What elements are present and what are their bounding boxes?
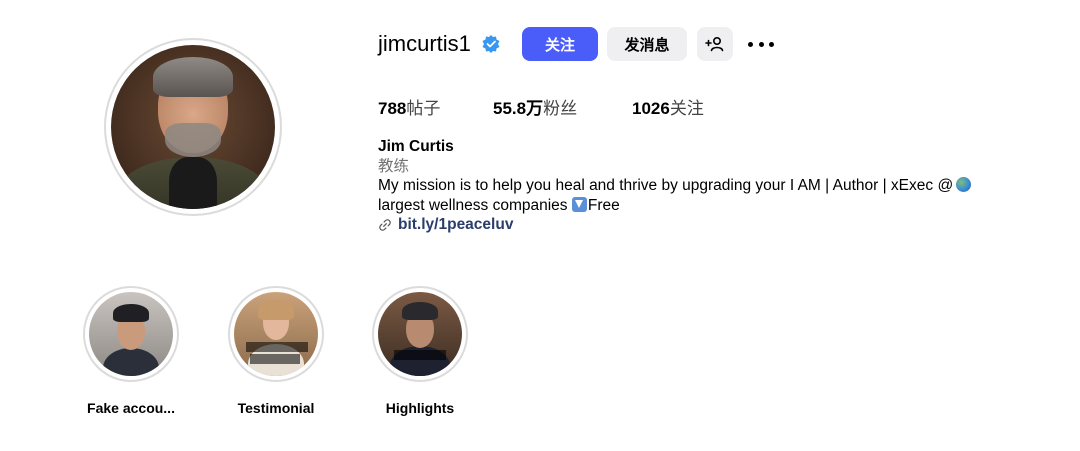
person-plus-icon	[705, 36, 724, 52]
profile-avatar[interactable]	[111, 45, 275, 209]
following-count: 1026	[632, 99, 670, 118]
highlight-ring[interactable]	[83, 286, 179, 382]
highlight-item[interactable]: Fake accou...	[81, 286, 181, 416]
cover-cap	[113, 304, 149, 322]
globe-emoji-icon	[956, 177, 972, 192]
avatar-hair	[153, 57, 233, 97]
message-button[interactable]: 发消息	[607, 27, 687, 61]
bio-line-1: My mission is to help you heal and thriv…	[378, 176, 1038, 196]
followers-count: 55.8万	[493, 99, 544, 118]
cover-caption	[246, 342, 308, 352]
following-label: 关注	[669, 99, 704, 118]
username: jimcurtis1	[378, 31, 471, 56]
followers-label: 粉丝	[543, 99, 578, 118]
bio-line-2-start: largest wellness companies	[378, 196, 568, 214]
bio-line-2: largest wellness companies Free	[378, 196, 1038, 216]
avatar-shirt	[169, 157, 217, 209]
highlight-ring[interactable]	[372, 286, 468, 382]
profile-category: 教练	[378, 157, 410, 175]
bio-line-1-text: My mission is to help you heal and thriv…	[378, 177, 954, 194]
highlight-ring[interactable]	[228, 286, 324, 382]
profile-avatar-ring[interactable]	[104, 38, 282, 216]
cover-caption	[250, 354, 300, 364]
more-dot	[758, 41, 764, 47]
cover-cap	[402, 302, 438, 320]
highlight-label: Testimonial	[237, 400, 315, 416]
highlight-label: Highlights	[385, 400, 455, 416]
following-stat[interactable]: 1026 关注	[632, 94, 704, 119]
highlight-label: Fake accou...	[87, 400, 175, 416]
highlight-item[interactable]: Testimonial	[226, 286, 326, 416]
bio-link[interactable]: bit.ly/1peaceluv	[398, 215, 513, 235]
more-dot	[748, 41, 753, 47]
suggest-users-button[interactable]	[697, 27, 733, 61]
link-icon	[379, 218, 391, 231]
down-arrow-emoji-icon	[571, 196, 587, 212]
verified-badge-icon	[482, 35, 500, 53]
more-options-icon[interactable]	[748, 36, 774, 52]
username-row: jimcurtis1	[378, 26, 501, 62]
avatar-beard	[165, 123, 221, 157]
posts-stat[interactable]: 788 帖子	[378, 94, 440, 119]
bio-line-2-end: Free	[587, 196, 620, 214]
bio-link-row: bit.ly/1peaceluv	[378, 215, 1038, 235]
cover-caption	[394, 350, 446, 360]
posts-count: 788	[378, 99, 407, 118]
more-dot	[769, 41, 774, 47]
follow-button[interactable]: 关注	[522, 27, 598, 61]
highlight-cover	[89, 292, 173, 376]
cover-hair	[258, 300, 294, 320]
profile-bio: Jim Curtis 教练 My mission is to help you …	[378, 137, 1038, 235]
highlight-cover	[378, 292, 462, 376]
highlight-item[interactable]: Highlights	[370, 286, 470, 416]
profile-display-name: Jim Curtis	[378, 138, 454, 155]
followers-stat[interactable]: 55.8万 粉丝	[493, 94, 577, 119]
cover-body	[103, 348, 159, 376]
posts-label: 帖子	[406, 99, 441, 118]
highlight-cover	[234, 292, 318, 376]
